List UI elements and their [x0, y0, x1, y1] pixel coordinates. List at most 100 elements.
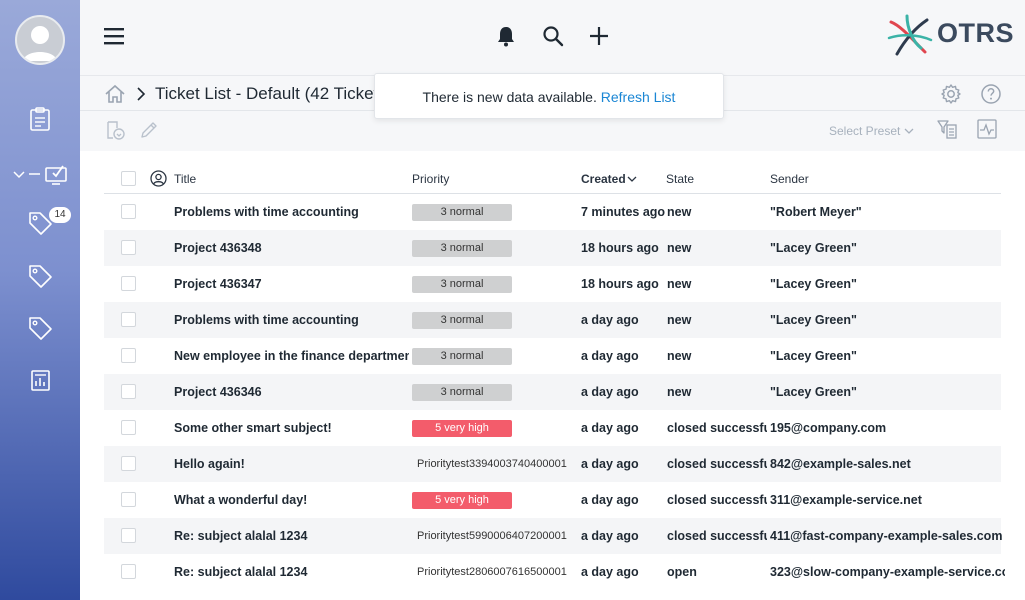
ticket-state: closed successful: [667, 493, 767, 507]
bell-icon[interactable]: [494, 24, 518, 48]
plus-icon[interactable]: [587, 24, 611, 48]
row-checkbox[interactable]: [121, 276, 136, 291]
tag-icon[interactable]: [26, 314, 54, 342]
ticket-sender: "Robert Meyer": [770, 205, 862, 219]
created-time: a day ago: [581, 565, 639, 579]
ticket-title[interactable]: Re: subject alalal 1234: [174, 565, 409, 579]
menu-icon[interactable]: [104, 26, 126, 46]
new-data-notification: There is new data available. Refresh Lis…: [374, 73, 724, 119]
top-header: OTRS: [80, 0, 1025, 75]
row-checkbox[interactable]: [121, 312, 136, 327]
created-time: a day ago: [581, 457, 639, 471]
table-row[interactable]: Problems with time accounting 3 normal a d…: [104, 302, 1001, 338]
sort-chevron-down-icon[interactable]: [627, 176, 637, 183]
column-title[interactable]: Title: [174, 172, 196, 186]
created-time: a day ago: [581, 313, 639, 327]
row-checkbox[interactable]: [121, 384, 136, 399]
ticket-state: new: [667, 313, 692, 327]
created-time: a day ago: [581, 529, 639, 543]
ticket-title[interactable]: Project 436347: [174, 277, 409, 291]
user-circle-icon[interactable]: [150, 170, 167, 187]
gear-icon[interactable]: [940, 83, 962, 105]
row-checkbox[interactable]: [121, 456, 136, 471]
row-checkbox[interactable]: [121, 564, 136, 579]
ticket-title[interactable]: What a wonderful day!: [174, 493, 409, 507]
created-time: 7 minutes ago: [581, 205, 666, 219]
row-checkbox[interactable]: [121, 528, 136, 543]
activity-chart-icon[interactable]: [976, 118, 998, 140]
created-time: a day ago: [581, 349, 639, 363]
ticket-state: closed successful: [667, 529, 767, 543]
ticket-state: closed successful: [667, 457, 767, 471]
table-row[interactable]: Project 436347 3 normal 18 hours ago new "La…: [104, 266, 1001, 302]
table-row[interactable]: Problems with time accounting 3 normal 7 m…: [104, 194, 1001, 230]
tag-icon[interactable]: [26, 262, 54, 290]
row-checkbox[interactable]: [121, 240, 136, 255]
table-row[interactable]: Project 436348 3 normal 18 hours ago new "La…: [104, 230, 1001, 266]
ticket-title[interactable]: Some other smart subject!: [174, 421, 409, 435]
created-time: a day ago: [581, 493, 639, 507]
column-priority[interactable]: Priority: [412, 172, 449, 186]
refresh-list-link[interactable]: Refresh List: [601, 89, 676, 105]
table-header: Title Priority Created State Sender: [104, 162, 1001, 194]
column-created[interactable]: Created: [581, 172, 626, 186]
pencil-icon[interactable]: [138, 119, 160, 141]
ticket-sender: 195@company.com: [770, 421, 887, 435]
chevron-right-icon: [137, 87, 146, 101]
select-all-checkbox[interactable]: [121, 171, 136, 186]
filter-list-icon[interactable]: [936, 118, 958, 140]
ticket-state: open: [667, 565, 697, 579]
ticket-sender: 411@fast-company-example-sales.com: [770, 529, 1003, 543]
page-title: Ticket List - Default (42 Tickets): [155, 84, 393, 103]
ticket-title[interactable]: Problems with time accounting: [174, 205, 409, 219]
ticket-title[interactable]: Project 436348: [174, 241, 409, 255]
ticket-state: new: [667, 277, 692, 291]
priority-badge: 3 normal: [412, 276, 512, 293]
user-icon: [23, 26, 57, 61]
select-preset-dropdown[interactable]: Select Preset: [829, 124, 900, 138]
row-checkbox[interactable]: [121, 204, 136, 219]
ticket-state: new: [667, 241, 692, 255]
otrs-logo-icon: [887, 14, 933, 56]
column-state[interactable]: State: [666, 172, 694, 186]
ticket-title[interactable]: Re: subject alalal 1234: [174, 529, 409, 543]
ticket-title[interactable]: Project 436346: [174, 385, 409, 399]
ticket-sender: 311@example-service.net: [770, 493, 922, 507]
created-time: 18 hours ago: [581, 277, 659, 291]
table-row[interactable]: Hello again! Prioritytest3394003740400001…: [104, 446, 1001, 482]
clipboard-icon[interactable]: [26, 105, 54, 133]
home-icon[interactable]: [104, 84, 126, 104]
column-sender[interactable]: Sender: [770, 172, 809, 186]
ticket-table: Title Priority Created State Sender Prob…: [104, 162, 1005, 590]
export-icon[interactable]: [104, 119, 126, 141]
priority-badge: 3 normal: [412, 348, 512, 365]
row-checkbox[interactable]: [121, 420, 136, 435]
ticket-title[interactable]: Problems with time accounting: [174, 313, 409, 327]
help-icon[interactable]: [980, 83, 1002, 105]
user-avatar[interactable]: [15, 15, 65, 65]
monitor-check-icon[interactable]: [12, 160, 68, 188]
table-row[interactable]: New employee in the finance department 3 …: [104, 338, 1001, 374]
row-checkbox[interactable]: [121, 348, 136, 363]
priority-badge: 3 normal: [412, 312, 512, 329]
priority-badge: 3 normal: [412, 240, 512, 257]
table-row[interactable]: Re: subject alalal 1234 Prioritytest59900…: [104, 518, 1002, 554]
tag-count-badge: 14: [49, 207, 71, 223]
priority-badge: Prioritytest5990006407200001: [417, 530, 567, 542]
priority-badge: 5 very high: [412, 492, 512, 509]
ticket-state: closed successful: [667, 421, 767, 435]
ticket-title[interactable]: Hello again!: [174, 457, 409, 471]
table-row[interactable]: Project 436346 3 normal a day ago new "Lacey…: [104, 374, 1001, 410]
search-icon[interactable]: [541, 24, 565, 48]
ticket-sender: "Lacey Green": [770, 241, 857, 255]
ticket-sender: 842@example-sales.net: [770, 457, 911, 471]
report-icon[interactable]: [26, 366, 54, 394]
table-row[interactable]: Some other smart subject! 5 very high a da…: [104, 410, 1001, 446]
ticket-sender: "Lacey Green": [770, 349, 857, 363]
row-checkbox[interactable]: [121, 492, 136, 507]
table-row[interactable]: What a wonderful day! 5 very high a day ag…: [104, 482, 1001, 518]
ticket-sender: "Lacey Green": [770, 385, 857, 399]
chevron-down-icon: [904, 128, 914, 134]
table-row[interactable]: Re: subject alalal 1234 Prioritytest28060…: [104, 554, 1005, 590]
ticket-title[interactable]: New employee in the finance department: [174, 349, 409, 363]
